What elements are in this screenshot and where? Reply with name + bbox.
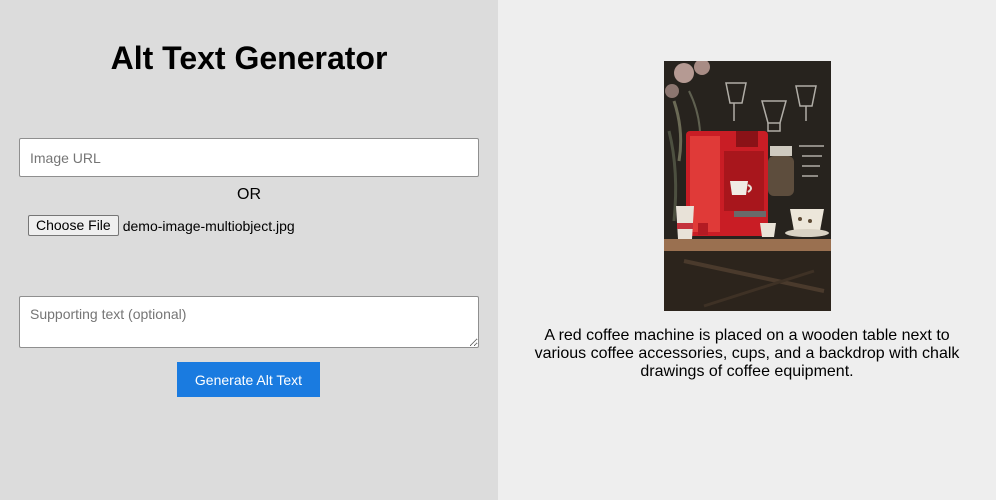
file-picker: Choose File demo-image-multiobject.jpg [28, 215, 295, 236]
coffee-machine-photo [664, 61, 831, 311]
choose-file-button[interactable]: Choose File [28, 215, 119, 236]
supporting-text-input[interactable] [19, 296, 479, 348]
image-preview [664, 61, 831, 311]
image-url-input[interactable] [19, 138, 479, 177]
form-panel: Alt Text Generator OR Choose File demo-i… [0, 0, 498, 500]
or-separator: OR [237, 186, 261, 203]
page-title: Alt Text Generator [110, 40, 388, 76]
generated-alt-text: A red coffee machine is placed on a wood… [534, 327, 960, 380]
generate-alt-text-button[interactable]: Generate Alt Text [177, 362, 320, 397]
selected-file-name: demo-image-multiobject.jpg [122, 217, 295, 234]
result-panel: A red coffee machine is placed on a wood… [498, 0, 996, 500]
